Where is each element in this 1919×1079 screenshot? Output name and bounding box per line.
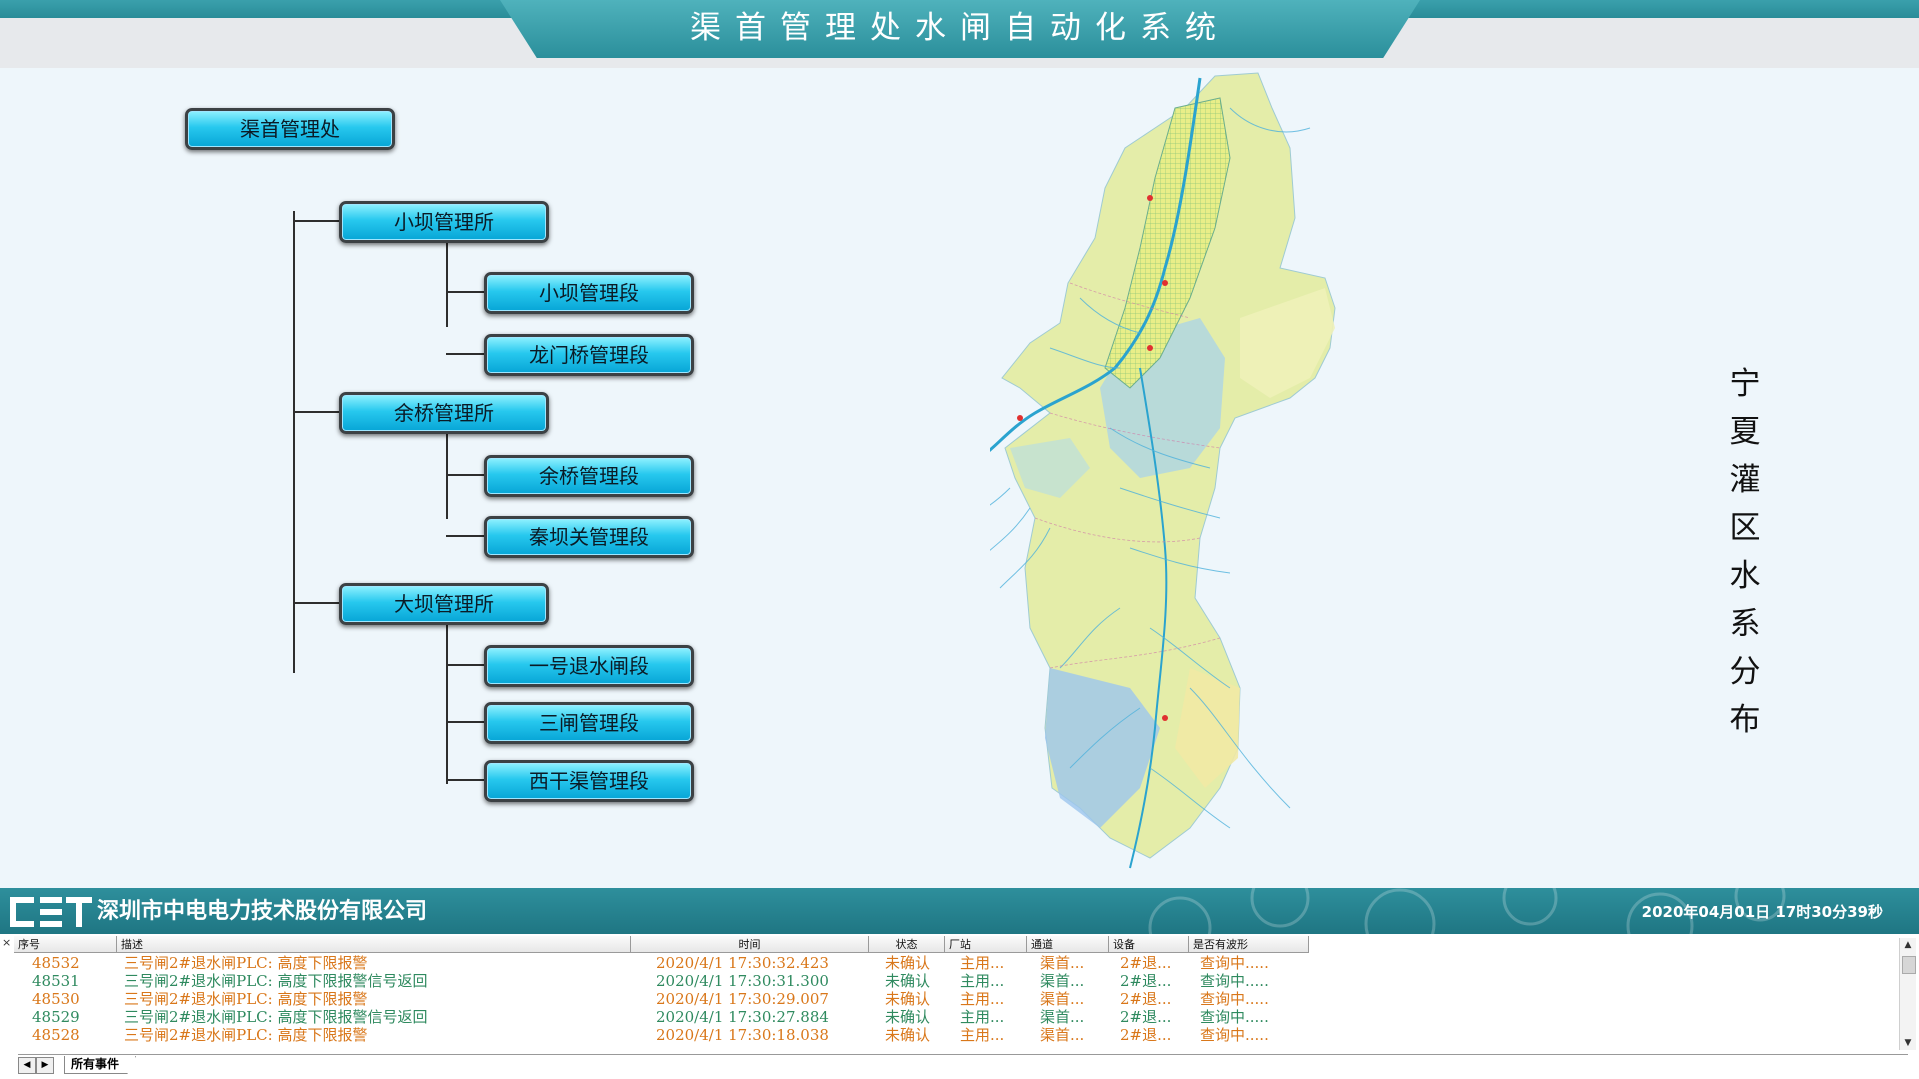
event-table-header: 序号 描述 时间 状态 厂站 通道 设备 是否有波形 (14, 936, 1900, 953)
event-rows: 48532 三号闸2#退水闸PLC: 高度下限报警 2020/4/1 17:30:3… (14, 954, 1900, 1044)
col-header-waveform[interactable]: 是否有波形 (1189, 936, 1309, 953)
cell-status: 未确认 (885, 954, 931, 972)
tree-sub-line (446, 620, 448, 784)
cell-device: 2#退... (1120, 954, 1172, 972)
cell-id: 48532 (32, 954, 80, 972)
company-logo (10, 897, 92, 927)
close-icon[interactable]: × (2, 936, 11, 949)
tab-prev-icon[interactable]: ◀ (18, 1057, 36, 1074)
node-longmenqiao-section[interactable]: 龙门桥管理段 (484, 334, 694, 376)
cell-time: 2020/4/1 17:30:29.007 (656, 990, 829, 1008)
tree-branch-line (446, 291, 484, 293)
event-row[interactable]: 48528 三号闸2#退水闸PLC: 高度下限报警 2020/4/1 17:30:1… (14, 1026, 1900, 1044)
col-header-status[interactable]: 状态 (869, 936, 945, 953)
col-header-desc[interactable]: 描述 (117, 936, 631, 953)
map-label-text: 宁夏灌区水系分布 (1729, 366, 1761, 738)
cell-channel: 渠首... (1040, 1008, 1085, 1026)
event-tab-bar: ◀ ▶ 所有事件 (18, 1054, 1908, 1075)
cell-device: 2#退... (1120, 972, 1172, 990)
cell-id: 48528 (32, 1026, 80, 1044)
cell-status: 未确认 (885, 1026, 931, 1044)
cell-station: 主用... (960, 1026, 1005, 1044)
tree-branch-line (293, 602, 339, 604)
cell-device: 2#退... (1120, 990, 1172, 1008)
cell-channel: 渠首... (1040, 954, 1085, 972)
tree-branch-line (446, 664, 484, 666)
cell-id: 48530 (32, 990, 80, 1008)
cell-channel: 渠首... (1040, 972, 1085, 990)
node-daba-station[interactable]: 大坝管理所 (339, 583, 549, 625)
cell-status: 未确认 (885, 990, 931, 1008)
cell-waveform: 查询中..... (1200, 954, 1269, 972)
node-sanzha-section[interactable]: 三闸管理段 (484, 702, 694, 744)
event-row[interactable]: 48532 三号闸2#退水闸PLC: 高度下限报警 2020/4/1 17:30:3… (14, 954, 1900, 972)
map-label: 宁夏灌区水系分布 (1724, 360, 1766, 744)
cell-status: 未确认 (885, 1008, 931, 1026)
node-headworks-office[interactable]: 渠首管理处 (185, 108, 395, 150)
cell-desc: 三号闸2#退水闸PLC: 高度下限报警 (124, 990, 368, 1008)
tree-branch-line (293, 220, 339, 222)
cell-id: 48531 (32, 972, 80, 990)
company-name: 深圳市中电电力技术股份有限公司 (97, 899, 428, 924)
cell-channel: 渠首... (1040, 1026, 1085, 1044)
cell-waveform: 查询中..... (1200, 990, 1269, 1008)
cell-time: 2020/4/1 17:30:31.300 (656, 972, 829, 990)
tree-branch-line (446, 353, 484, 355)
cell-status: 未确认 (885, 972, 931, 990)
cell-station: 主用... (960, 1008, 1005, 1026)
main-content: 渠首管理处 小坝管理所 小坝管理段 龙门桥管理段 余桥管理所 余桥管理段 秦坝关… (0, 68, 1919, 888)
tree-branch-line (446, 535, 484, 537)
col-header-id[interactable]: 序号 (14, 936, 117, 953)
title-bar: 渠首管理处水闸自动化系统 (0, 0, 1919, 68)
cell-time: 2020/4/1 17:30:18.038 (656, 1026, 829, 1044)
node-tuishuizha-section[interactable]: 一号退水闸段 (484, 645, 694, 687)
cell-time: 2020/4/1 17:30:27.884 (656, 1008, 829, 1026)
col-header-station[interactable]: 厂站 (945, 936, 1027, 953)
cell-station: 主用... (960, 990, 1005, 1008)
cell-device: 2#退... (1120, 1008, 1172, 1026)
company-bar: 深圳市中电电力技术股份有限公司 2020年04月01日 17时30分39秒 (0, 888, 1919, 934)
node-qinbaguan-section[interactable]: 秦坝关管理段 (484, 516, 694, 558)
tree-sub-line (446, 238, 448, 327)
page-title: 渠首管理处水闸自动化系统 (690, 10, 1230, 46)
cell-waveform: 查询中..... (1200, 1026, 1269, 1044)
tree-branch-line (446, 474, 484, 476)
event-row[interactable]: 48530 三号闸2#退水闸PLC: 高度下限报警 2020/4/1 17:30:2… (14, 990, 1900, 1008)
cell-desc: 三号闸2#退水闸PLC: 高度下限报警 (124, 1026, 368, 1044)
tree-branch-line (446, 779, 484, 781)
node-yuqiao-station[interactable]: 余桥管理所 (339, 392, 549, 434)
cell-channel: 渠首... (1040, 990, 1085, 1008)
node-xiganqu-section[interactable]: 西干渠管理段 (484, 760, 694, 802)
cell-desc: 三号闸2#退水闸PLC: 高度下限报警 (124, 954, 368, 972)
event-scrollbar[interactable]: ▲ ▼ (1899, 938, 1916, 1050)
col-header-channel[interactable]: 通道 (1027, 936, 1109, 953)
col-header-time[interactable]: 时间 (631, 936, 869, 953)
cell-station: 主用... (960, 972, 1005, 990)
node-yuqiao-section[interactable]: 余桥管理段 (484, 455, 694, 497)
cell-id: 48529 (32, 1008, 80, 1026)
tree-branch-line (293, 411, 339, 413)
event-row[interactable]: 48529 三号闸2#退水闸PLC: 高度下限报警信号返回 2020/4/1 17:… (14, 1008, 1900, 1026)
cell-device: 2#退... (1120, 1026, 1172, 1044)
cell-station: 主用... (960, 954, 1005, 972)
cell-waveform: 查询中..... (1200, 972, 1269, 990)
node-xiaoba-station[interactable]: 小坝管理所 (339, 201, 549, 243)
scrollbar-thumb[interactable] (1902, 956, 1916, 974)
event-row[interactable]: 48531 三号闸2#退水闸PLC: 高度下限报警信号返回 2020/4/1 17:… (14, 972, 1900, 990)
tree-branch-line (446, 721, 484, 723)
cell-waveform: 查询中..... (1200, 1008, 1269, 1026)
scroll-down-icon[interactable]: ▼ (1900, 1036, 1916, 1050)
cell-time: 2020/4/1 17:30:32.423 (656, 954, 829, 972)
tab-all-events[interactable]: 所有事件 (64, 1056, 137, 1074)
node-xiaoba-section[interactable]: 小坝管理段 (484, 272, 694, 314)
col-header-device[interactable]: 设备 (1109, 936, 1189, 953)
clock-datetime: 2020年04月01日 17时30分39秒 (1641, 903, 1883, 921)
water-system-map (990, 72, 1336, 869)
cell-desc: 三号闸2#退水闸PLC: 高度下限报警信号返回 (124, 1008, 428, 1026)
cell-desc: 三号闸2#退水闸PLC: 高度下限报警信号返回 (124, 972, 428, 990)
scroll-up-icon[interactable]: ▲ (1900, 938, 1916, 952)
event-panel: × 序号 描述 时间 状态 厂站 通道 设备 是否有波形 48532 三号闸2#退… (0, 934, 1919, 1079)
tab-next-icon[interactable]: ▶ (36, 1057, 54, 1074)
